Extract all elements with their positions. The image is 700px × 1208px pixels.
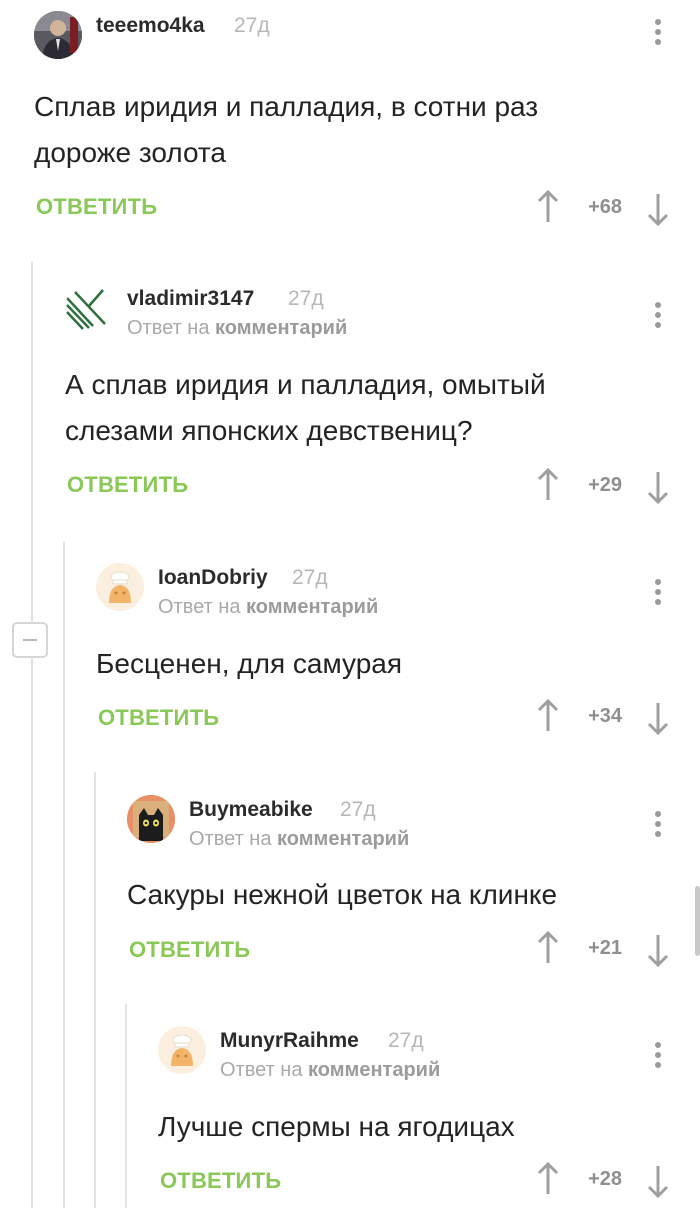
upvote-arrow-icon[interactable] [536,699,560,733]
reply-button[interactable]: ОТВЕТИТЬ [129,937,250,963]
comment: IoanDobriy 27д Ответ на комментарий Бесц… [96,563,700,753]
reply-to-target: комментарий [215,317,348,339]
default-pikabu-avatar-icon [158,1026,206,1074]
photo-avatar-icon [34,11,82,59]
avatar[interactable] [65,284,113,332]
comment-time: 27д [388,1029,424,1052]
rating: +34 [588,705,622,727]
username[interactable]: Buymeabike [189,798,313,822]
upvote-arrow-icon[interactable] [536,468,560,502]
comment-time: 27д [340,798,376,821]
more-options-icon[interactable] [648,296,668,328]
username[interactable]: vladimir3147 [127,287,254,311]
upvote-arrow-icon[interactable] [536,190,560,224]
reply-button[interactable]: ОТВЕТИТЬ [67,472,188,498]
thread-line-level-3 [94,772,96,1208]
reply-to-link[interactable]: Ответ на комментарий [220,1059,440,1082]
upvote-arrow-icon[interactable] [536,931,560,965]
rating: +28 [588,1168,622,1190]
comment-text: Сакуры нежной цветок на клинке [127,879,558,910]
downvote-arrow-icon[interactable] [646,470,670,504]
comment-time: 27д [234,14,270,37]
reply-to-prefix: Ответ на [220,1059,303,1081]
rating: +29 [588,474,622,496]
rating: +21 [588,937,622,959]
comment-text: Бесценен, для самурая [96,648,403,679]
scrollbar-thumb[interactable] [695,886,700,956]
downvote-arrow-icon[interactable] [646,1164,670,1198]
more-options-icon[interactable] [648,1036,668,1068]
reply-to-prefix: Ответ на [127,317,210,339]
avatar[interactable] [96,563,144,611]
downvote-arrow-icon[interactable] [646,192,670,226]
reply-to-target: комментарий [277,828,410,850]
comment: MunyrRaihme 27д Ответ на комментарий Луч… [158,1026,700,1208]
collapse-thread-button[interactable] [12,622,48,658]
avatar[interactable] [158,1026,206,1074]
more-options-icon[interactable] [648,13,668,45]
black-cat-avatar-icon [127,795,175,843]
thread-line-level-2 [63,542,65,1208]
comment-text: Лучше спермы на ягодицах [158,1111,515,1142]
reply-button[interactable]: ОТВЕТИТЬ [160,1168,281,1194]
avatar[interactable] [127,795,175,843]
reply-to-link[interactable]: Ответ на комментарий [189,828,409,851]
upvote-arrow-icon[interactable] [536,1162,560,1196]
comment-time: 27д [288,287,324,310]
username[interactable]: teeemo4ka [96,14,205,38]
downvote-arrow-icon[interactable] [646,933,670,967]
more-options-icon[interactable] [648,573,668,605]
reply-to-target: комментарий [246,596,379,618]
comment: Buymeabike 27д Ответ на комментарий Саку… [127,795,700,985]
comment: vladimir3147 27д Ответ на комментарий А … [65,284,700,514]
reply-button[interactable]: ОТВЕТИТЬ [98,705,219,731]
thread-line-level-1 [31,262,33,1208]
rating: +68 [588,196,622,218]
comment-text: Сплав иридия и палладия, в сотни раз дор… [34,91,539,168]
reply-to-target: комментарий [308,1059,441,1081]
more-options-icon[interactable] [648,805,668,837]
thread-line-level-4 [125,1004,127,1208]
comment-time: 27д [292,566,328,589]
reply-to-prefix: Ответ на [158,596,241,618]
default-pikabu-avatar-icon [96,563,144,611]
reply-to-prefix: Ответ на [189,828,272,850]
reply-to-link[interactable]: Ответ на комментарий [127,317,347,340]
comment: teeemo4ka 27д Сплав иридия и палладия, в… [34,11,700,241]
username[interactable]: IoanDobriy [158,566,268,590]
avatar[interactable] [34,11,82,59]
downvote-arrow-icon[interactable] [646,701,670,735]
green-stripes-avatar-icon [66,289,106,330]
reply-button[interactable]: ОТВЕТИТЬ [36,194,157,220]
reply-to-link[interactable]: Ответ на комментарий [158,596,378,619]
comment-text: А сплав иридия и палладия, омытый слезам… [65,369,546,446]
username[interactable]: MunyrRaihme [220,1029,359,1053]
